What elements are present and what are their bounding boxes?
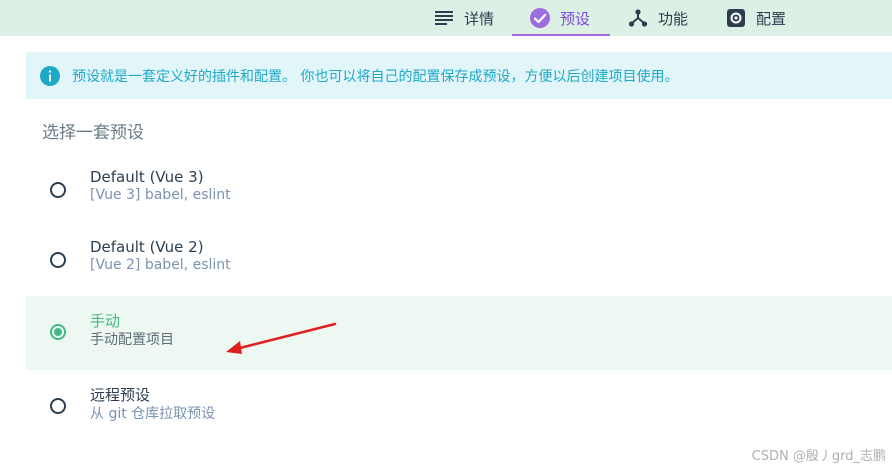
fork-icon <box>628 8 648 28</box>
gear-icon <box>726 8 746 28</box>
radio-button[interactable] <box>50 398 66 414</box>
list-icon <box>434 8 454 28</box>
tab-config[interactable]: 配置 <box>726 0 786 36</box>
option-title: Default (Vue 3) <box>90 168 204 186</box>
option-description: [Vue 2] babel, eslint <box>90 257 231 273</box>
tab-features[interactable]: 功能 <box>628 0 688 36</box>
option-title: Default (Vue 2) <box>90 238 204 256</box>
check-circle-icon <box>530 8 550 28</box>
red-annotation-arrow <box>226 322 337 354</box>
tab-presets-label: 预设 <box>560 9 591 28</box>
tab-details[interactable]: 详情 <box>434 0 494 36</box>
info-icon <box>40 65 60 86</box>
info-text: 预设就是一套定义好的插件和配置。 你也可以将自己的配置保存成预设，方便以后创建项… <box>72 68 679 85</box>
option-description: 从 git 仓库拉取预设 <box>90 406 216 422</box>
preset-option-default-vue2[interactable]: Default (Vue 2) [Vue 2] babel, eslint <box>26 224 892 298</box>
top-tab-bar: 详情 预设 功能 配置 <box>0 0 892 36</box>
section-title: 选择一套预设 <box>42 123 144 143</box>
option-title: 远程预设 <box>90 386 151 404</box>
tab-config-label: 配置 <box>756 9 787 28</box>
preset-option-manual[interactable]: 手动 手动配置项目 <box>26 296 892 370</box>
option-title: 手动 <box>90 312 121 330</box>
info-banner: 预设就是一套定义好的插件和配置。 你也可以将自己的配置保存成预设，方便以后创建项… <box>26 52 892 99</box>
radio-button[interactable] <box>50 182 66 198</box>
tab-presets[interactable]: 预设 <box>512 0 610 36</box>
radio-button[interactable] <box>50 252 66 268</box>
radio-button-selected[interactable] <box>50 324 66 340</box>
preset-option-default-vue3[interactable]: Default (Vue 3) [Vue 3] babel, eslint <box>26 154 892 228</box>
option-description: [Vue 3] babel, eslint <box>90 187 231 203</box>
watermark: CSDN @殷丿grd_志鹏 <box>751 449 886 464</box>
option-description: 手动配置项目 <box>90 332 174 348</box>
preset-option-remote[interactable]: 远程预设 从 git 仓库拉取预设 <box>26 370 892 444</box>
tab-details-label: 详情 <box>464 9 495 28</box>
tab-features-label: 功能 <box>658 9 689 28</box>
